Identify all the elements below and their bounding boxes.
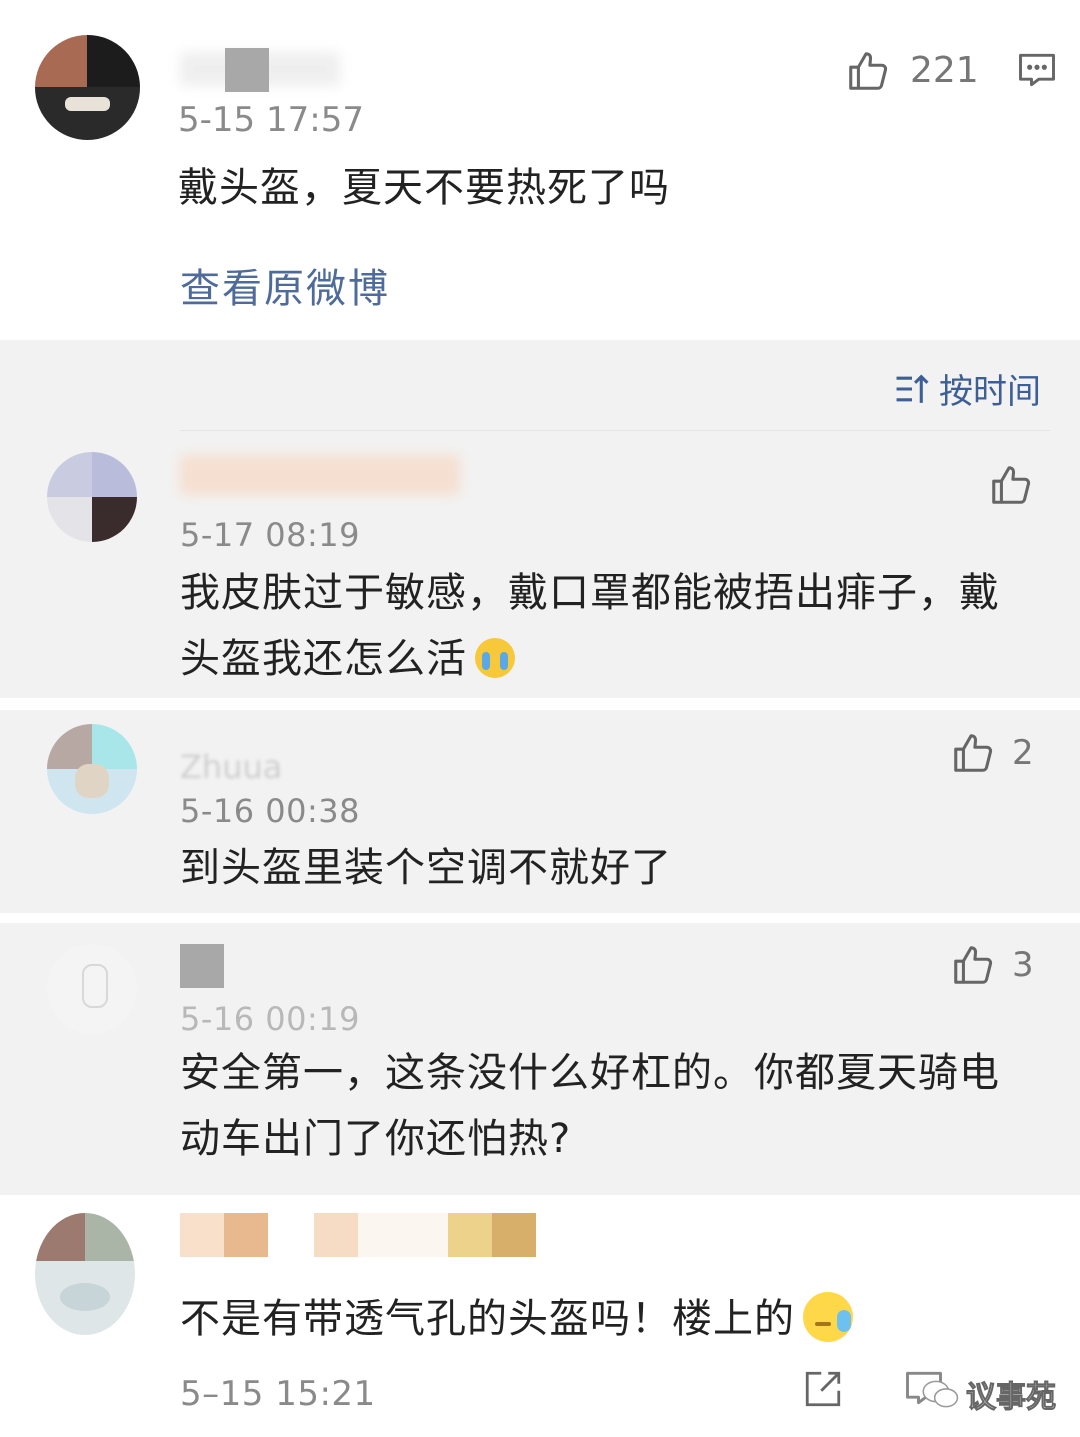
wechat-icon [922, 1380, 959, 1408]
like-button[interactable] [988, 462, 1034, 508]
divider [180, 430, 1050, 431]
like-button[interactable]: 3 [950, 942, 1034, 988]
sort-button[interactable]: 按时间 [893, 364, 1041, 413]
sweat-face-icon [803, 1292, 853, 1342]
avatar[interactable] [35, 35, 140, 140]
like-count: 221 [910, 50, 979, 91]
like-button[interactable] [845, 48, 891, 94]
comment-text: 我皮肤过于敏感，戴口罩都能被捂出痱子，戴 头盔我还怎么活 [180, 560, 1000, 692]
comment-text-fragment: 不是有带透气孔的头盔吗！楼上的 [180, 1296, 795, 1342]
comment-text-fragment: 头盔我还怎么活 [180, 636, 467, 682]
username-redacted-block [180, 944, 224, 988]
comment-text-line: 我皮肤过于敏感，戴口罩都能被捂出痱子，戴 [180, 570, 1000, 616]
username[interactable]: Zhuua [180, 748, 282, 786]
comment-time: 5–15 15:21 [180, 1374, 376, 1414]
watermark: 议事苑 [922, 1372, 1057, 1416]
username-redacted-block [448, 1213, 492, 1257]
share-button[interactable] [802, 1368, 844, 1410]
view-original-link[interactable]: 查看原微博 [180, 256, 390, 314]
comment-icon [1019, 53, 1055, 87]
like-count: 3 [1012, 945, 1034, 985]
thumbs-up-icon [992, 466, 1031, 504]
like-count: 2 [1012, 733, 1034, 773]
crying-face-icon [475, 638, 515, 678]
comment-time: 5-17 08:19 [180, 516, 361, 554]
avatar[interactable] [47, 724, 137, 814]
avatar[interactable] [47, 944, 137, 1034]
thumbs-up-icon [954, 946, 993, 984]
comment-separator [0, 698, 1080, 710]
sort-label: 按时间 [939, 372, 1041, 412]
username-redacted-block [492, 1213, 536, 1257]
username-redacted-block [180, 1213, 224, 1257]
comment-time: 5-16 00:38 [180, 792, 361, 830]
share-icon [805, 1371, 841, 1407]
username-redacted-block [225, 48, 269, 92]
username-redacted-block [314, 1213, 358, 1257]
thumbs-up-icon [954, 734, 993, 772]
avatar[interactable] [35, 1213, 135, 1335]
post-text: 戴头盔，夏天不要热死了吗 [178, 165, 670, 211]
sort-icon [896, 373, 929, 403]
comment-text-line: 头盔我还怎么活 [180, 626, 1000, 692]
comment-separator [0, 913, 1080, 923]
username-redacted-block [224, 1213, 268, 1257]
watermark-text: 议事苑 [966, 1380, 1057, 1416]
comment-text-line: 安全第一，这条没什么好杠的。你都夏天骑电 [180, 1050, 1000, 1096]
avatar[interactable] [47, 452, 137, 542]
thumbs-up-icon [849, 52, 888, 90]
comment-text: 到头盔里装个空调不就好了 [180, 845, 672, 891]
comment-text: 安全第一，这条没什么好杠的。你都夏天骑电 动车出门了你还怕热? [180, 1040, 1000, 1172]
username-redacted-block [358, 1213, 448, 1257]
post-time: 5-15 17:57 [178, 100, 364, 140]
comment-time: 5-16 00:19 [180, 1000, 361, 1038]
comment-button[interactable] [1015, 48, 1059, 92]
username-redacted [180, 455, 460, 495]
comment-text-line: 动车出门了你还怕热? [180, 1116, 572, 1162]
like-button[interactable]: 2 [950, 730, 1034, 776]
comment-text: 不是有带透气孔的头盔吗！楼上的 [180, 1286, 853, 1352]
